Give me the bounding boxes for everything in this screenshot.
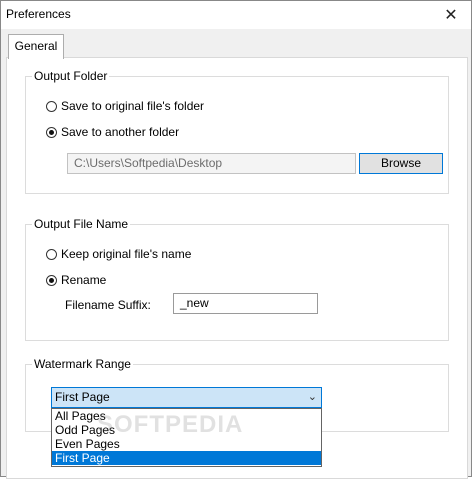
watermark-range-selected: First Page xyxy=(55,390,110,404)
preferences-window: Preferences ✕ General Output Folder Save… xyxy=(0,0,472,479)
radio-label: Save to original file's folder xyxy=(61,99,205,113)
radio-label: Save to another folder xyxy=(61,125,180,139)
output-folder-group: Output Folder Save to original file's fo… xyxy=(25,69,449,194)
radio-button[interactable] xyxy=(46,100,57,112)
browse-button[interactable]: Browse xyxy=(359,153,443,174)
dropdown-option-even-pages[interactable]: Even Pages xyxy=(52,437,321,451)
radio-rename[interactable]: Rename xyxy=(46,273,106,287)
radio-label: Rename xyxy=(61,273,107,287)
tab-general[interactable]: General xyxy=(8,34,64,59)
output-folder-title: Output Folder xyxy=(32,69,110,83)
radio-label: Keep original file's name xyxy=(61,247,192,261)
output-file-name-group: Output File Name Keep original file's na… xyxy=(25,217,449,341)
dropdown-option-first-page[interactable]: First Page xyxy=(52,451,321,465)
close-icon[interactable]: ✕ xyxy=(437,4,465,26)
filename-suffix-label: Filename Suffix: xyxy=(65,298,151,312)
dropdown-option-odd-pages[interactable]: Odd Pages xyxy=(52,423,321,437)
radio-keep-original-name[interactable]: Keep original file's name xyxy=(46,247,191,261)
radio-save-another-folder[interactable]: Save to another folder xyxy=(46,125,179,139)
radio-button[interactable] xyxy=(46,248,57,260)
watermark-range-title: Watermark Range xyxy=(32,357,133,371)
dropdown-option-all-pages[interactable]: All Pages xyxy=(52,409,321,423)
output-folder-path-input[interactable]: C:\Users\Softpedia\Desktop xyxy=(67,153,356,174)
radio-save-original-folder[interactable]: Save to original file's folder xyxy=(46,99,204,113)
window-title: Preferences xyxy=(6,7,71,21)
radio-button[interactable] xyxy=(46,126,57,138)
title-bar: Preferences ✕ xyxy=(1,1,471,29)
watermark-range-select[interactable]: First Page ⌄ xyxy=(51,387,322,408)
radio-button[interactable] xyxy=(46,274,57,286)
watermark-range-dropdown: All Pages Odd Pages Even Pages First Pag… xyxy=(51,408,322,467)
chevron-down-icon[interactable]: ⌄ xyxy=(308,388,317,407)
filename-suffix-input[interactable]: _new xyxy=(173,293,318,314)
output-file-name-title: Output File Name xyxy=(32,217,131,231)
